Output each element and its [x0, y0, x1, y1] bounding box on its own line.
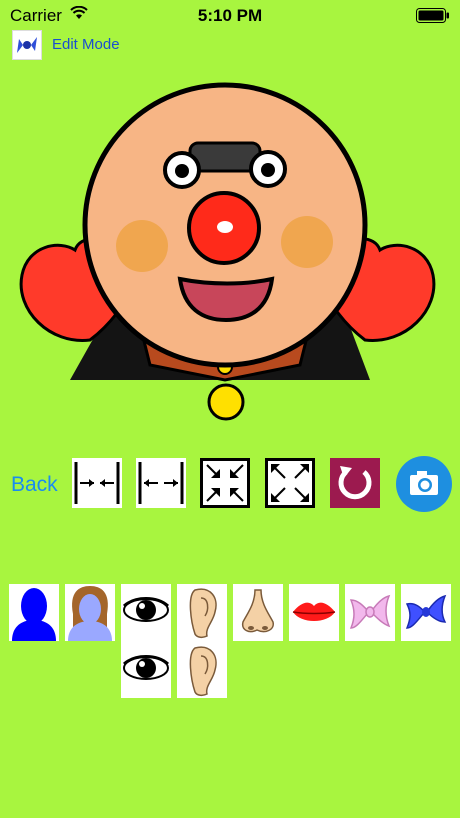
- character-canvas[interactable]: [10, 70, 450, 435]
- ribbon-bow-icon[interactable]: [12, 30, 42, 60]
- shrink-horizontal-icon: [72, 458, 122, 508]
- status-bar: Carrier 5:10 PM: [0, 0, 460, 30]
- camera-icon: [396, 456, 452, 512]
- battery-icon: [416, 8, 450, 23]
- expand-icon: [265, 458, 315, 508]
- palette-lips[interactable]: [289, 584, 339, 641]
- clock: 5:10 PM: [197, 6, 263, 25]
- expand-horizontal-icon: [136, 458, 186, 508]
- expand-horizontal-button[interactable]: [136, 458, 186, 508]
- left-cheek: [116, 220, 168, 272]
- shrink-button[interactable]: [200, 458, 250, 508]
- collar-button: [207, 383, 245, 421]
- palette-face-with-hair[interactable]: [65, 584, 115, 641]
- rotate-button[interactable]: [330, 458, 380, 508]
- palette-nose[interactable]: [233, 584, 283, 641]
- camera-button[interactable]: [395, 455, 453, 513]
- palette-face-blue[interactable]: [9, 584, 59, 641]
- shrink-horizontal-button[interactable]: [72, 458, 122, 508]
- shrink-icon: [200, 458, 250, 508]
- back-button[interactable]: Back: [11, 473, 58, 497]
- palette-pink-bow[interactable]: [345, 584, 395, 641]
- expand-button[interactable]: [265, 458, 315, 508]
- rotate-icon: [330, 458, 380, 508]
- palette-eyes[interactable]: [121, 584, 171, 698]
- palette-ears[interactable]: [177, 584, 227, 698]
- right-cheek: [281, 216, 333, 268]
- palette-blue-bow[interactable]: [401, 584, 451, 641]
- edit-mode-label[interactable]: Edit Mode: [52, 36, 120, 53]
